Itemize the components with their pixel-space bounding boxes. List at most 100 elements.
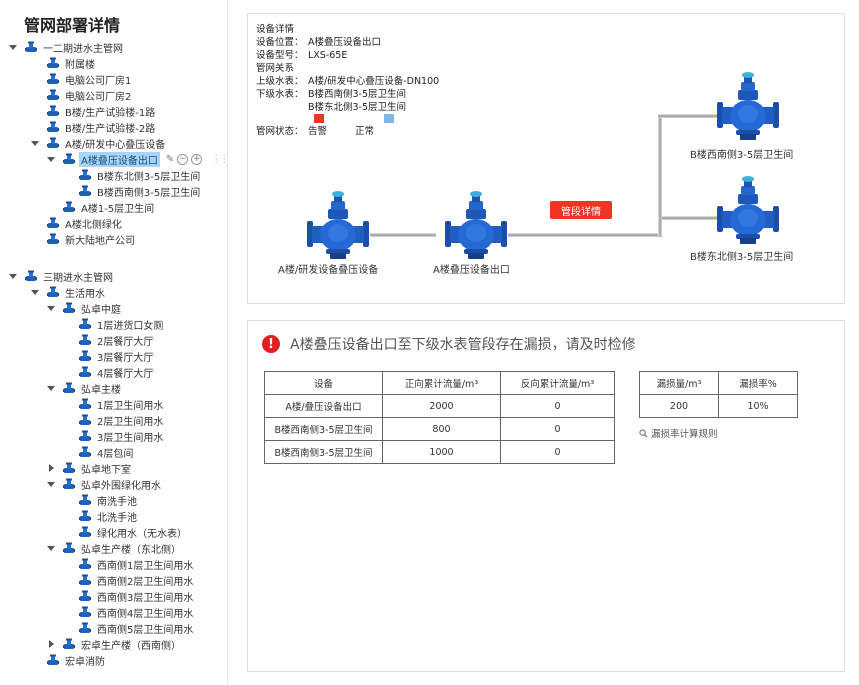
tree-node-label: 弘卓主楼 [81, 384, 121, 396]
chevron-down-icon[interactable] [30, 138, 40, 148]
flow-header-device: 设备 [264, 371, 383, 395]
meter-icon [78, 317, 92, 331]
chevron-right-icon[interactable] [46, 639, 56, 649]
meter-icon [62, 637, 76, 651]
valve-meter-icon[interactable] [444, 189, 508, 265]
leak-rule-link[interactable]: 漏损率计算规则 [639, 426, 718, 440]
meter-icon [62, 381, 76, 395]
tree-node-label: 西南侧3层卫生间用水 [97, 592, 194, 604]
tree-node[interactable]: 北洗手池 [62, 508, 139, 524]
device-info: 设备详情 设备位置： A楼叠压设备出口 设备型号： LXS-65E 管网关系 上级水… [256, 23, 439, 138]
lower-meter-value-1: B楼西南侧3-5层卫生间 [308, 89, 407, 100]
tree-node[interactable]: 4层包间 [62, 444, 135, 460]
valve-meter-icon[interactable] [306, 189, 370, 265]
tree-node[interactable]: 宏卓消防 [30, 652, 107, 668]
tree-node[interactable]: 西南侧2层卫生间用水 [62, 572, 195, 588]
tree-node[interactable]: 4层餐厅大厅 [62, 364, 155, 380]
tree-node[interactable]: 西南侧4层卫生间用水 [62, 604, 195, 620]
remove-icon[interactable]: − [177, 153, 189, 165]
tree-node-label: A楼1-5层卫生间 [81, 203, 155, 215]
tree-node[interactable]: 弘卓中庭 [46, 300, 123, 316]
tree-node[interactable]: B楼西南侧3-5层卫生间 [62, 183, 202, 199]
chevron-down-icon[interactable] [46, 479, 56, 489]
lower-meter-key: 下级水表： [256, 89, 304, 100]
device-label-current: A楼叠压设备出口 [433, 265, 510, 276]
tree-node-label: 宏卓消防 [65, 656, 105, 668]
tree-node[interactable]: 1层卫生间用水 [62, 396, 165, 412]
meter-icon [78, 557, 92, 571]
pipe-branch-bottom [662, 216, 722, 220]
table-row: A楼/叠压设备出口 2000 0 [264, 394, 615, 418]
tree-node[interactable]: 西南侧3层卫生间用水 [62, 588, 195, 604]
flow-header-forward: 正向累计流量/m³ [382, 371, 501, 395]
sidebar-title: 管网部署详情 [24, 16, 121, 35]
flow-cell: 0 [500, 394, 615, 418]
tree-node[interactable]: 宏卓生产楼（西南侧） [46, 636, 183, 652]
tree-node[interactable]: A楼/研发中心叠压设备 [30, 135, 167, 151]
status-normal-label: 正常 [355, 126, 375, 137]
tree-node[interactable]: 1层进货口女厕 [62, 316, 165, 332]
tree-node[interactable]: 附属楼 [30, 55, 97, 71]
tree-node[interactable]: 2层卫生间用水 [62, 412, 165, 428]
tree-node-label: 西南侧5层卫生间用水 [97, 624, 194, 636]
drag-handle-icon[interactable]: ⋮⋮ [211, 154, 229, 165]
tree-node[interactable]: B楼/生产试验楼-1路 [30, 103, 157, 119]
tree-node[interactable]: 3层餐厅大厅 [62, 348, 155, 364]
segment-detail-button[interactable]: 管段详情 [550, 201, 612, 219]
chevron-down-icon[interactable] [30, 287, 40, 297]
chevron-down-icon[interactable] [8, 271, 18, 281]
tree-node[interactable]: A楼北侧绿化 [30, 215, 124, 231]
tree-node[interactable]: 3层卫生间用水 [62, 428, 165, 444]
tree-node[interactable]: 弘卓生产楼（东北侧） [46, 540, 183, 556]
chevron-down-icon[interactable] [46, 303, 56, 313]
meter-icon [46, 232, 60, 246]
tree-node[interactable]: A楼1-5层卫生间 [46, 199, 156, 215]
tree-node-label: 附属楼 [65, 59, 95, 71]
meter-icon [46, 72, 60, 86]
tree-node[interactable]: 弘卓地下室 [46, 460, 133, 476]
tree-node[interactable]: 弘卓外围绿化用水 [46, 476, 163, 492]
node-actions: ✎ − + ⋮⋮ [166, 153, 229, 165]
tree-node[interactable]: 新大陆地产公司 [30, 231, 137, 247]
chevron-down-icon[interactable] [46, 154, 56, 164]
tree-node[interactable]: 生活用水 [30, 284, 107, 300]
tree-node[interactable]: B楼/生产试验楼-2路 [30, 119, 157, 135]
tree-node[interactable]: 南洗手池 [62, 492, 139, 508]
tree-node[interactable]: 电脑公司厂房2 [30, 87, 133, 103]
tree-node[interactable]: A楼叠压设备出口 ✎ − + ⋮⋮ [46, 151, 229, 167]
edit-icon[interactable]: ✎ [166, 154, 174, 165]
meter-icon [46, 136, 60, 150]
lower-meter-value-2: B楼东北侧3-5层卫生间 [308, 102, 407, 113]
tree-node[interactable]: 一二期进水主管网 [8, 39, 125, 55]
tree-node[interactable]: 西南侧1层卫生间用水 [62, 556, 195, 572]
tree-node-label: A楼北侧绿化 [65, 219, 122, 231]
tree-node[interactable]: 弘卓主楼 [46, 380, 123, 396]
chevron-down-icon[interactable] [8, 42, 18, 52]
tree-node[interactable]: B楼东北侧3-5层卫生间 [62, 167, 202, 183]
valve-meter-icon[interactable] [716, 174, 780, 250]
leak-header-amount: 漏损量/m³ [639, 371, 719, 395]
tree-node-label: 西南侧2层卫生间用水 [97, 576, 194, 588]
tree-node[interactable]: 2层餐厅大厅 [62, 332, 155, 348]
meter-icon [78, 429, 92, 443]
chevron-down-icon[interactable] [46, 383, 56, 393]
info-heading: 设备详情 [256, 24, 295, 35]
flow-header-reverse: 反向累计流量/m³ [500, 371, 615, 395]
tree-node-label: 2层餐厅大厅 [97, 336, 154, 348]
pipe-1 [370, 233, 436, 237]
add-icon[interactable]: + [191, 153, 203, 165]
meter-icon [78, 493, 92, 507]
leak-table: 漏损量/m³ 漏损率% 200 10% [639, 371, 798, 418]
chevron-right-icon[interactable] [46, 463, 56, 473]
tree-node-label: 西南侧4层卫生间用水 [97, 608, 194, 620]
tree-node-label: A楼/研发中心叠压设备 [65, 139, 166, 151]
tree-node[interactable]: 三期进水主管网 [8, 268, 115, 284]
valve-meter-icon[interactable] [716, 70, 780, 146]
tree-node[interactable]: 绿化用水（无水表） [62, 524, 189, 540]
tree-node[interactable]: 西南侧5层卫生间用水 [62, 620, 195, 636]
relation-heading: 管网关系 [256, 63, 295, 74]
tree-node[interactable]: 电脑公司厂房1 [30, 71, 133, 87]
leak-rule-label: 漏损率计算规则 [651, 429, 718, 440]
chevron-down-icon[interactable] [46, 543, 56, 553]
status-key: 管网状态： [256, 126, 304, 137]
